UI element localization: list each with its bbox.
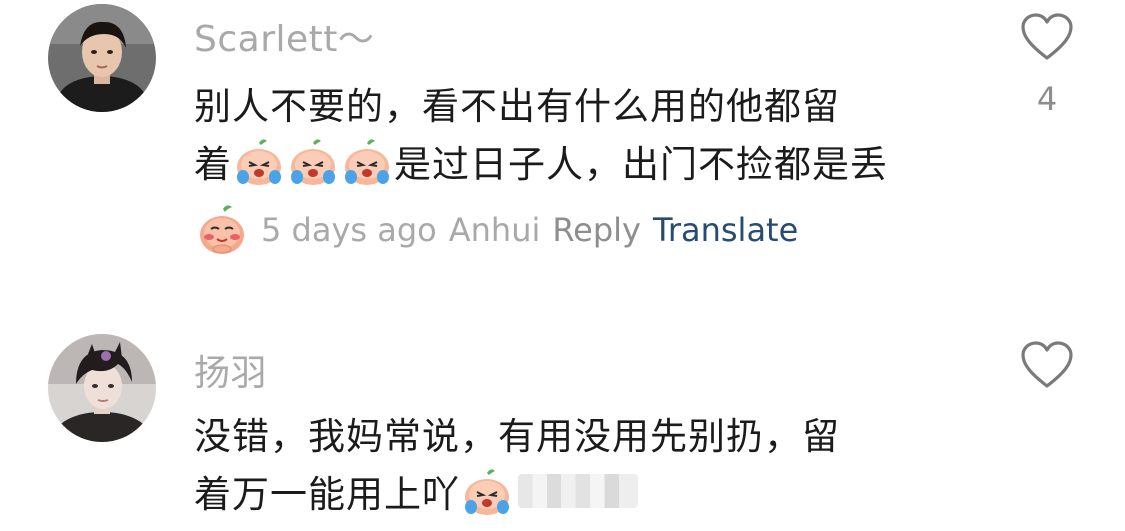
crying-peach-emoji [341, 135, 393, 187]
comment-text: 着 [194, 143, 232, 186]
comment-item: 扬羽 没错，我妈常说，有用没用先别扔，留 着万一能用上吖 [0, 330, 1125, 531]
comment-text-line: 别人不要的，看不出有什么用的他都留 [194, 76, 840, 130]
comment-text: 别人不要的，看不出有什么用的他都留 [194, 85, 840, 128]
reply-button[interactable]: Reply [552, 211, 641, 249]
crying-peach-emoji [233, 135, 285, 187]
heart-icon [1021, 341, 1073, 388]
comment-text-line: 着万一能用上吖 [194, 464, 638, 518]
avatar[interactable] [48, 4, 156, 112]
comment-text: 着万一能用上吖 [194, 473, 460, 516]
like-count: 4 [1036, 80, 1058, 118]
comment-text-line: 没错，我妈常说，有用没用先别扔，留 [194, 406, 840, 460]
crying-peach-emoji [461, 465, 513, 517]
comment-text: 是过日子人，出门不捡都是丢 [394, 143, 888, 186]
comment-text: 没错，我妈常说，有用没用先别扔，留 [194, 415, 840, 458]
pleading-peach-emoji [195, 203, 249, 257]
pixelated-overlay [518, 474, 638, 508]
crying-peach-emoji [287, 135, 339, 187]
like-button[interactable] [1020, 340, 1074, 390]
comment-text-line: 着 是过日子人，出门不捡都是丢 [194, 134, 888, 188]
translate-button[interactable]: Translate [653, 211, 798, 249]
comment-meta: 5 days ago Anhui Reply Translate [194, 203, 798, 257]
like-button[interactable] [1020, 12, 1074, 62]
comment-item: Scarlett～ 别人不要的，看不出有什么用的他都留 着 是过日子人，出门不捡… [0, 0, 1125, 280]
comment-username[interactable]: 扬羽 [194, 344, 267, 396]
comment-location: Anhui [448, 211, 541, 249]
comment-time: 5 days ago [261, 211, 437, 249]
comment-username[interactable]: Scarlett～ [194, 10, 374, 62]
heart-icon [1021, 13, 1073, 60]
avatar[interactable] [48, 334, 156, 442]
